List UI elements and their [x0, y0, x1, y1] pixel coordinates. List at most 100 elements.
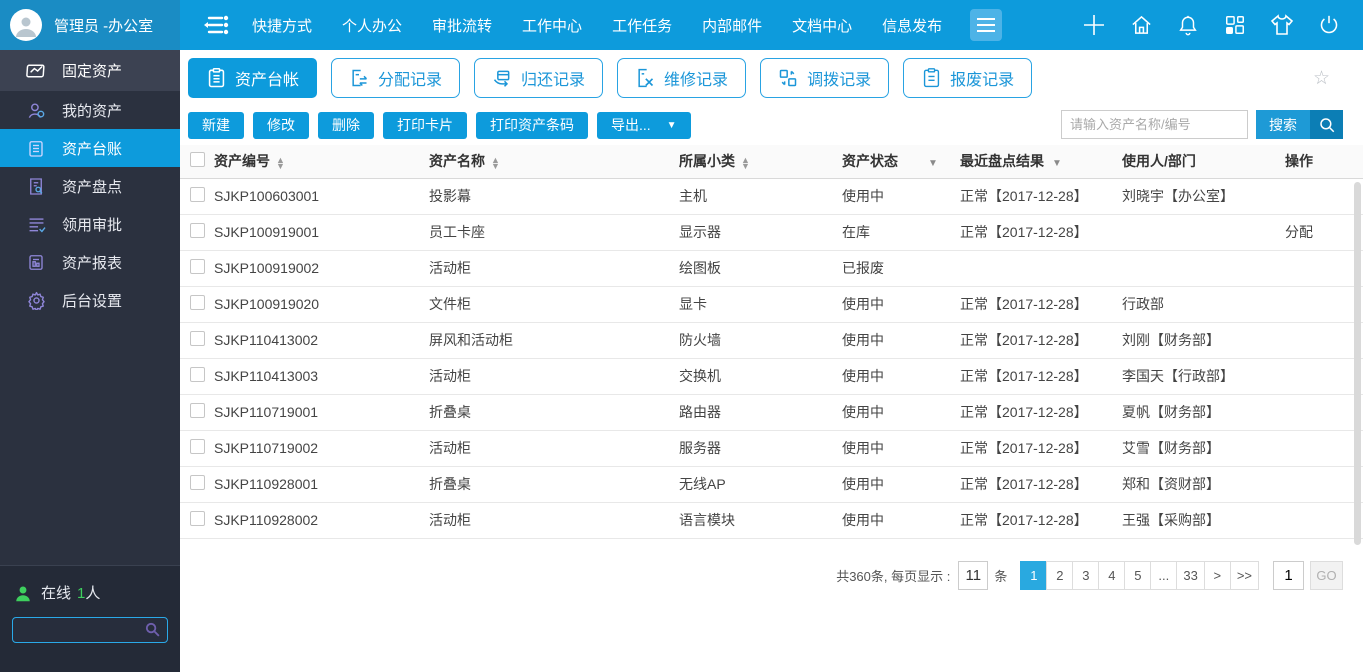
toolbar-button-4[interactable]: 打印卡片 — [383, 111, 467, 139]
top-menu-item-2[interactable]: 个人办公 — [342, 15, 402, 36]
column-header-1[interactable]: 资产编号 ▲ ▼ — [214, 145, 429, 179]
sidebar-search-icon[interactable] — [144, 621, 161, 641]
top-menu-item-3[interactable]: 审批流转 — [432, 15, 492, 36]
last-page-button[interactable]: >> — [1229, 560, 1259, 590]
gear-icon — [26, 290, 46, 310]
page-button-2[interactable]: 2 — [1046, 560, 1074, 590]
cell-asset-name: 折叠桌 — [429, 466, 679, 503]
sidebar-module-header[interactable]: 固定资产 — [0, 50, 180, 91]
row-checkbox[interactable] — [190, 367, 205, 382]
column-header-4[interactable]: 资产状态 ▼ — [842, 145, 960, 179]
row-checkbox[interactable] — [190, 187, 205, 202]
bell-icon[interactable] — [1176, 13, 1200, 37]
cell-category: 语言模块 — [679, 502, 842, 539]
page-button-33[interactable]: 33 — [1176, 560, 1205, 590]
row-checkbox[interactable] — [190, 331, 205, 346]
more-menu-button[interactable] — [970, 9, 1003, 41]
filter-dropdown-icon[interactable]: ▼ — [1052, 158, 1062, 169]
sort-icon[interactable]: ▲ ▼ — [741, 155, 750, 170]
sidebar-item-user[interactable]: 我的资产 — [0, 91, 180, 129]
row-checkbox-cell — [180, 214, 214, 251]
toolbar-button-1[interactable]: 新建 — [188, 111, 244, 139]
filter-dropdown-icon[interactable]: ▼ — [928, 158, 938, 169]
page-button-3[interactable]: 3 — [1072, 560, 1100, 590]
vertical-scrollbar[interactable] — [1354, 182, 1361, 545]
favorite-star-icon[interactable]: ☆ — [1313, 67, 1330, 90]
cell-asset-name: 文件柜 — [429, 286, 679, 323]
row-checkbox-cell — [180, 322, 214, 359]
sidebar-item-ledger[interactable]: 资产台账 — [0, 129, 180, 167]
tab-clipboard[interactable]: 资产台帐 — [188, 57, 318, 98]
next-page-button[interactable]: > — [1203, 560, 1231, 590]
row-checkbox[interactable] — [190, 475, 205, 490]
column-label: 最近盘点结果 — [960, 153, 1044, 170]
tab-label: 调拨记录 — [807, 71, 872, 89]
tab-transfer[interactable]: 调拨记录 — [760, 57, 890, 98]
transfer-icon — [778, 68, 798, 88]
go-button[interactable]: GO — [1310, 560, 1343, 590]
page-button-5[interactable]: 5 — [1124, 560, 1152, 590]
top-menu-item-4[interactable]: 工作中心 — [522, 15, 582, 36]
row-checkbox-cell — [180, 250, 214, 287]
cell-check-result: 正常【2017-12-28】 — [960, 466, 1122, 503]
theme-shirt-icon[interactable] — [1270, 13, 1294, 37]
sidebar-collapse-icon[interactable] — [198, 10, 234, 40]
top-menu-item-5[interactable]: 工作任务 — [612, 15, 672, 36]
row-checkbox[interactable] — [190, 223, 205, 238]
plus-icon[interactable] — [1082, 13, 1106, 37]
row-checkbox[interactable] — [190, 295, 205, 310]
table-row: SJKP110413002 屏风和活动柜 防火墙 使用中 正常【2017-12-28】刘… — [180, 322, 1363, 359]
top-menu-item-6[interactable]: 内部邮件 — [702, 15, 762, 36]
column-header-2[interactable]: 资产名称 ▲ ▼ — [429, 145, 679, 179]
current-user[interactable]: 管理员 -办公室 — [0, 0, 180, 50]
sidebar-item-gear[interactable]: 后台设置 — [0, 281, 180, 319]
top-menu-item-8[interactable]: 信息发布 — [882, 15, 942, 36]
page-button-4[interactable]: 4 — [1098, 560, 1126, 590]
power-icon[interactable] — [1317, 13, 1341, 37]
row-checkbox[interactable] — [190, 259, 205, 274]
search-input[interactable] — [1061, 110, 1248, 139]
home-icon[interactable] — [1129, 13, 1153, 37]
sort-icon[interactable]: ▲ ▼ — [276, 155, 285, 170]
sort-icon[interactable]: ▲ ▼ — [491, 155, 500, 170]
apps-grid-icon[interactable] — [1223, 13, 1247, 37]
cell-action — [1285, 394, 1363, 431]
row-checkbox[interactable] — [190, 439, 205, 454]
cell-category: 绘图板 — [679, 250, 842, 287]
tab-return[interactable]: 归还记录 — [474, 57, 604, 98]
toolbar-button-5[interactable]: 打印资产条码 — [476, 111, 588, 139]
page-jump-input[interactable] — [1273, 560, 1304, 590]
cell-asset-code: SJKP110928001 — [214, 466, 429, 503]
export-button[interactable]: 导出... ▼ — [597, 111, 691, 139]
top-menu-item-7[interactable]: 文档中心 — [792, 15, 852, 36]
tab-scrap[interactable]: 报废记录 — [903, 57, 1033, 98]
row-checkbox[interactable] — [190, 511, 205, 526]
select-all-checkbox[interactable] — [190, 152, 205, 168]
row-checkbox[interactable] — [190, 403, 205, 418]
top-menu-item-1[interactable]: 快捷方式 — [252, 15, 312, 36]
tab-assign[interactable]: 分配记录 — [331, 57, 461, 98]
sidebar-item-report[interactable]: 资产报表 — [0, 243, 180, 281]
column-header-5[interactable]: 最近盘点结果 ▼ — [960, 145, 1122, 179]
inventory-icon — [26, 176, 46, 196]
table-row: SJKP110928001 折叠桌 无线AP 使用中 正常【2017-12-28】 郑和【… — [180, 466, 1363, 503]
sidebar-item-approval[interactable]: 领用审批 — [0, 205, 180, 243]
cell-user: 李国天【行政部】 — [1122, 358, 1285, 395]
assign-link[interactable]: 分配 — [1285, 224, 1313, 240]
cell-check-result: 正常【2017-12-28】 — [960, 214, 1122, 251]
cell-user: 王强【采购部】 — [1122, 502, 1285, 539]
cell-status: 使用中 — [842, 286, 960, 323]
column-label: 操作 — [1285, 153, 1313, 170]
toolbar-button-3[interactable]: 删除 — [318, 111, 374, 139]
sidebar-item-inventory[interactable]: 资产盘点 — [0, 167, 180, 205]
toolbar-button-2[interactable]: 修改 — [253, 111, 309, 139]
search-button[interactable]: 搜索 — [1256, 110, 1343, 139]
cell-asset-code: SJKP100919002 — [214, 250, 429, 287]
column-header-3[interactable]: 所属小类 ▲ ▼ — [679, 145, 842, 179]
page-button-1[interactable]: 1 — [1020, 560, 1048, 590]
page-size-input[interactable] — [958, 560, 989, 590]
cell-check-result: 正常【2017-12-28】 — [960, 286, 1122, 323]
report-icon — [26, 252, 46, 272]
tab-repair[interactable]: 维修记录 — [617, 57, 747, 98]
cell-category: 主机 — [679, 178, 842, 215]
